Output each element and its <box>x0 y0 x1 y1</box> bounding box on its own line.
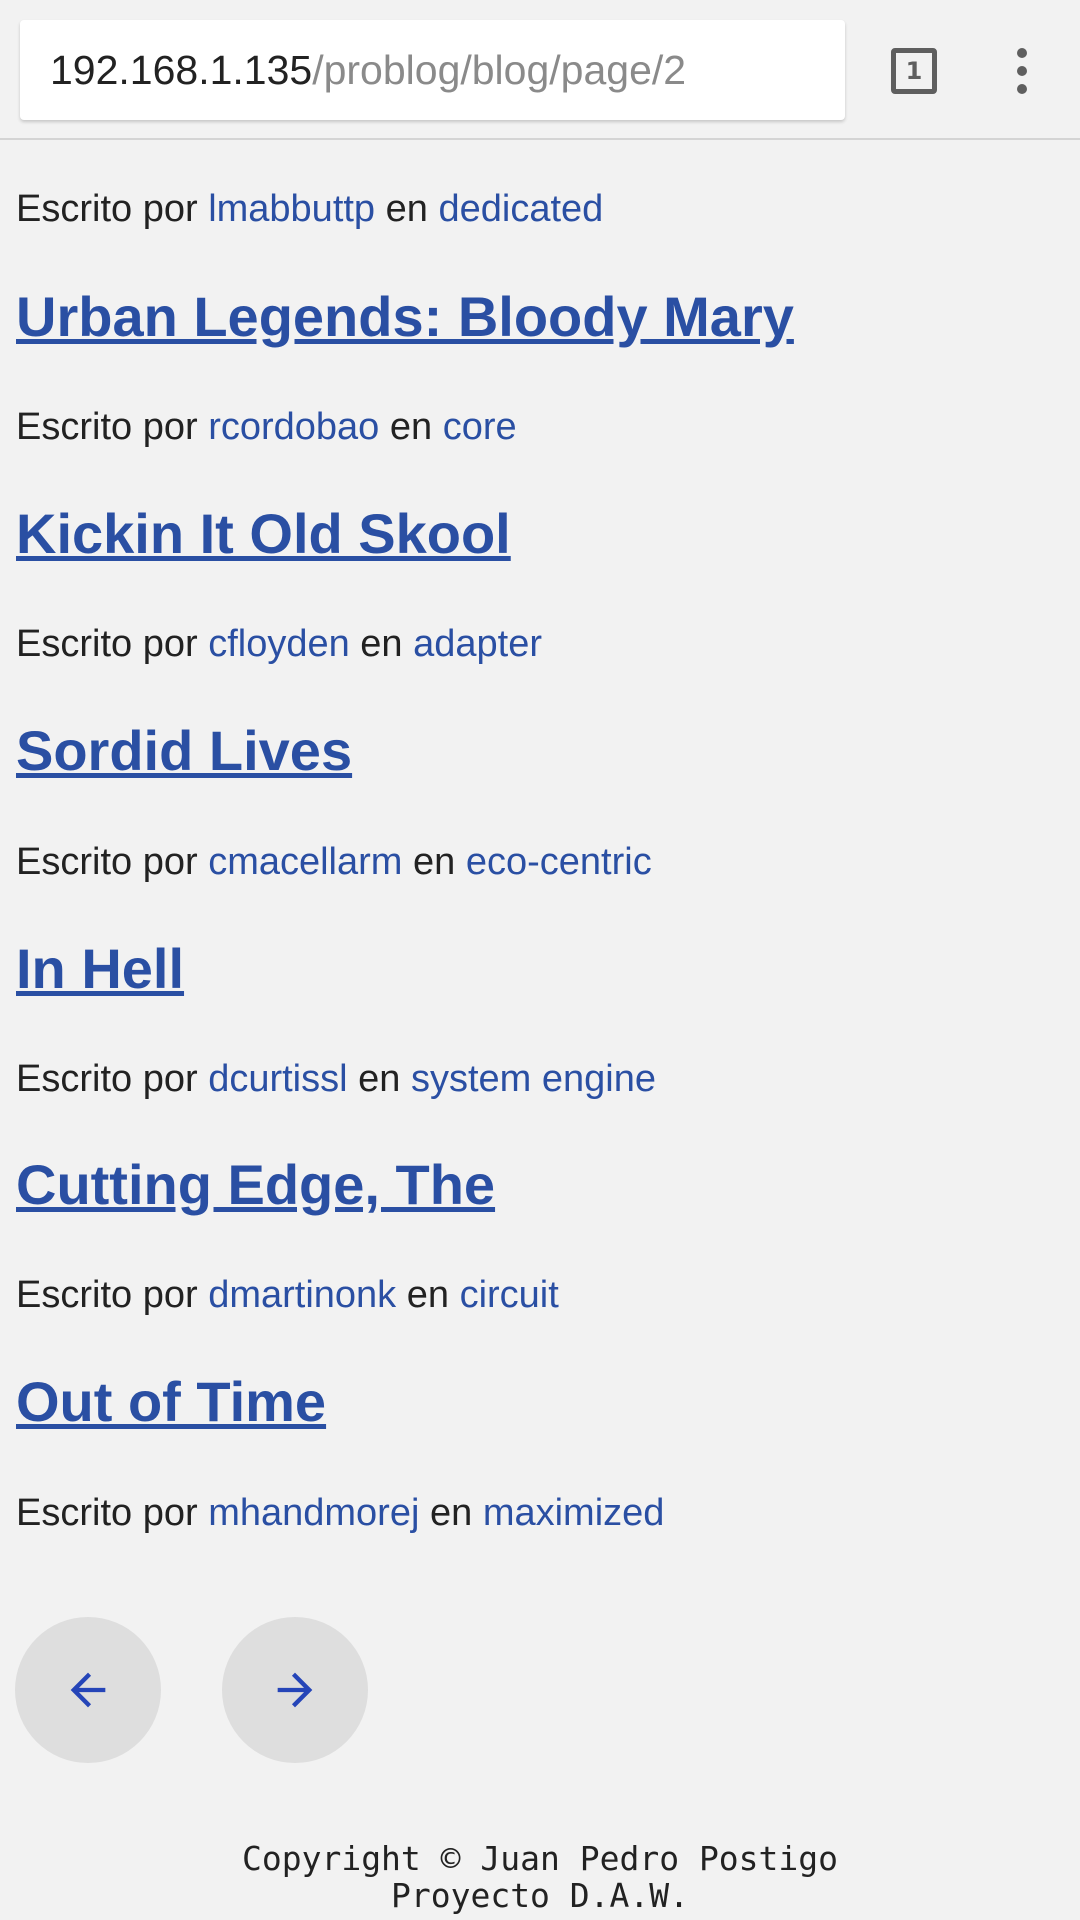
footer-project: Proyecto D.A.W. <box>390 1876 689 1915</box>
author-link[interactable]: mhandmorej <box>208 1492 419 1534</box>
post-title-link[interactable]: Urban Legends: Bloody Mary <box>16 284 794 349</box>
post-title-link[interactable]: Cutting Edge, The <box>16 1152 495 1217</box>
post-meta: Escrito por cmacellarm en eco-centric <box>16 841 652 883</box>
post-title-link[interactable]: Kickin It Old Skool <box>16 501 511 566</box>
url-path: /problog/blog/page/2 <box>312 46 687 93</box>
post-title-link[interactable]: Sordid Lives <box>16 718 352 783</box>
post-title-link[interactable]: In Hell <box>16 936 184 1001</box>
author-link[interactable]: dmartinonk <box>208 1274 396 1316</box>
page-footer: Copyright © Juan Pedro Postigo Proyecto … <box>0 1840 1080 1914</box>
author-link[interactable]: dcurtissl <box>208 1058 347 1100</box>
category-link[interactable]: circuit <box>460 1274 559 1316</box>
address-bar[interactable]: 192.168.1.135/problog/blog/page/2 <box>20 20 845 120</box>
footer-copyright: Copyright © Juan Pedro Postigo <box>241 1839 839 1878</box>
arrow-left-icon <box>70 1672 106 1708</box>
tab-count: 1 <box>905 57 923 85</box>
author-link[interactable]: rcordobao <box>208 406 379 448</box>
arrow-right-icon <box>277 1672 313 1708</box>
category-link[interactable]: core <box>443 406 517 448</box>
post-meta: Escrito por dmartinonk en circuit <box>16 1274 559 1316</box>
author-link[interactable]: lmabbuttp <box>208 188 375 230</box>
category-link[interactable]: system engine <box>411 1058 656 1100</box>
author-link[interactable]: cmacellarm <box>208 841 402 883</box>
category-link[interactable]: maximized <box>483 1492 665 1534</box>
post-meta: Escrito por lmabbuttp en dedicated <box>16 188 604 230</box>
category-link[interactable]: dedicated <box>438 188 603 230</box>
tab-switcher-button[interactable]: 1 <box>891 48 937 94</box>
post-meta: Escrito por rcordobao en core <box>16 406 517 448</box>
post-meta: Escrito por dcurtissl en system engine <box>16 1058 656 1100</box>
category-link[interactable]: eco-centric <box>466 841 652 883</box>
next-page-button[interactable] <box>222 1617 368 1763</box>
prev-page-button[interactable] <box>15 1617 161 1763</box>
post-title-link[interactable]: Out of Time <box>16 1369 326 1434</box>
category-link[interactable]: adapter <box>413 623 542 665</box>
url-host: 192.168.1.135 <box>50 46 313 93</box>
more-vert-icon[interactable] <box>1000 48 1044 94</box>
post-meta: Escrito por cfloyden en adapter <box>16 623 543 665</box>
post-meta: Escrito por mhandmorej en maximized <box>16 1492 665 1534</box>
author-link[interactable]: cfloyden <box>208 623 350 665</box>
browser-toolbar: 192.168.1.135/problog/blog/page/2 1 <box>0 0 1080 140</box>
